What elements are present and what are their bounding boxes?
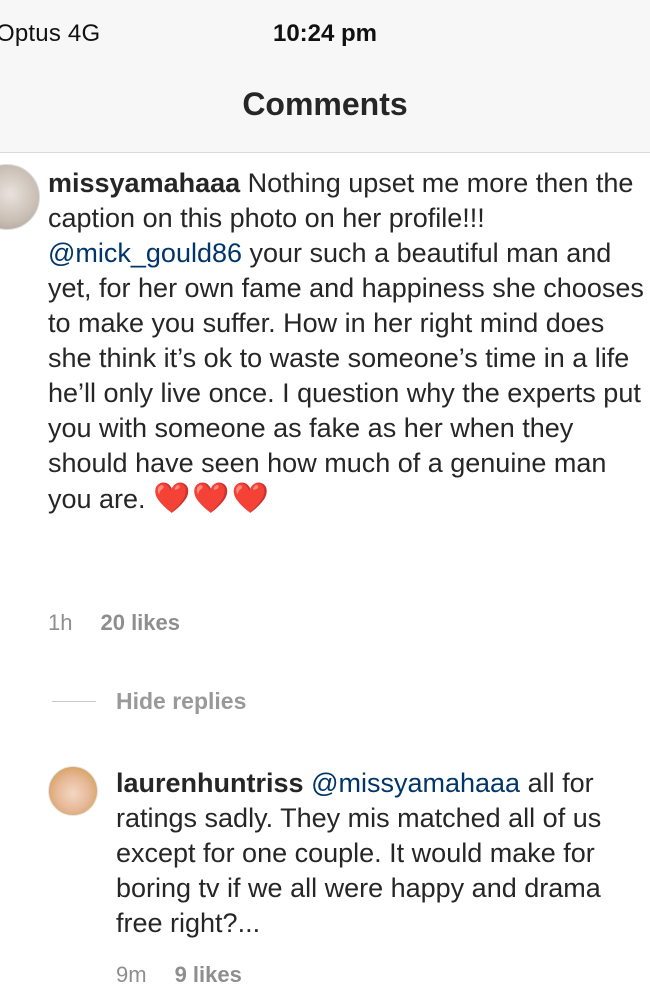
- reply-likes-button[interactable]: 9 likes: [175, 962, 242, 988]
- comment-timestamp: 1h: [48, 610, 73, 635]
- hide-replies-label: Hide replies: [116, 688, 247, 714]
- comment-username[interactable]: missyamahaaa: [48, 168, 240, 198]
- reply-mention-link[interactable]: @missyamahaaa: [311, 768, 520, 798]
- comment-likes-button[interactable]: 20 likes: [100, 610, 180, 636]
- reply-timestamp: 9m: [116, 962, 147, 987]
- reply-body: laurenhuntriss @missyamahaaa all for rat…: [116, 766, 646, 941]
- comment-body: missyamahaaa Nothing upset me more then …: [48, 166, 648, 517]
- avatar[interactable]: [0, 164, 40, 230]
- comment-mention-link[interactable]: @mick_gould86: [48, 238, 242, 268]
- comment-text-part: your such a beautiful man and yet, for h…: [48, 238, 644, 514]
- status-time: 10:24 pm: [272, 20, 378, 47]
- reply-username[interactable]: laurenhuntriss: [116, 768, 304, 798]
- avatar[interactable]: [48, 766, 98, 816]
- status-bar: Optus 4G 10:24 pm: [0, 0, 650, 62]
- nav-bar: Comments: [0, 62, 650, 153]
- page-title: Comments: [242, 86, 408, 122]
- hide-replies-button[interactable]: Hide replies: [52, 688, 246, 715]
- hide-replies-divider: [52, 701, 96, 702]
- heart-emoji-icon: ❤️❤️❤️: [153, 482, 272, 515]
- comment-meta: 1h 20 likes: [48, 610, 180, 636]
- reply-meta: 9m 9 likes: [116, 962, 242, 988]
